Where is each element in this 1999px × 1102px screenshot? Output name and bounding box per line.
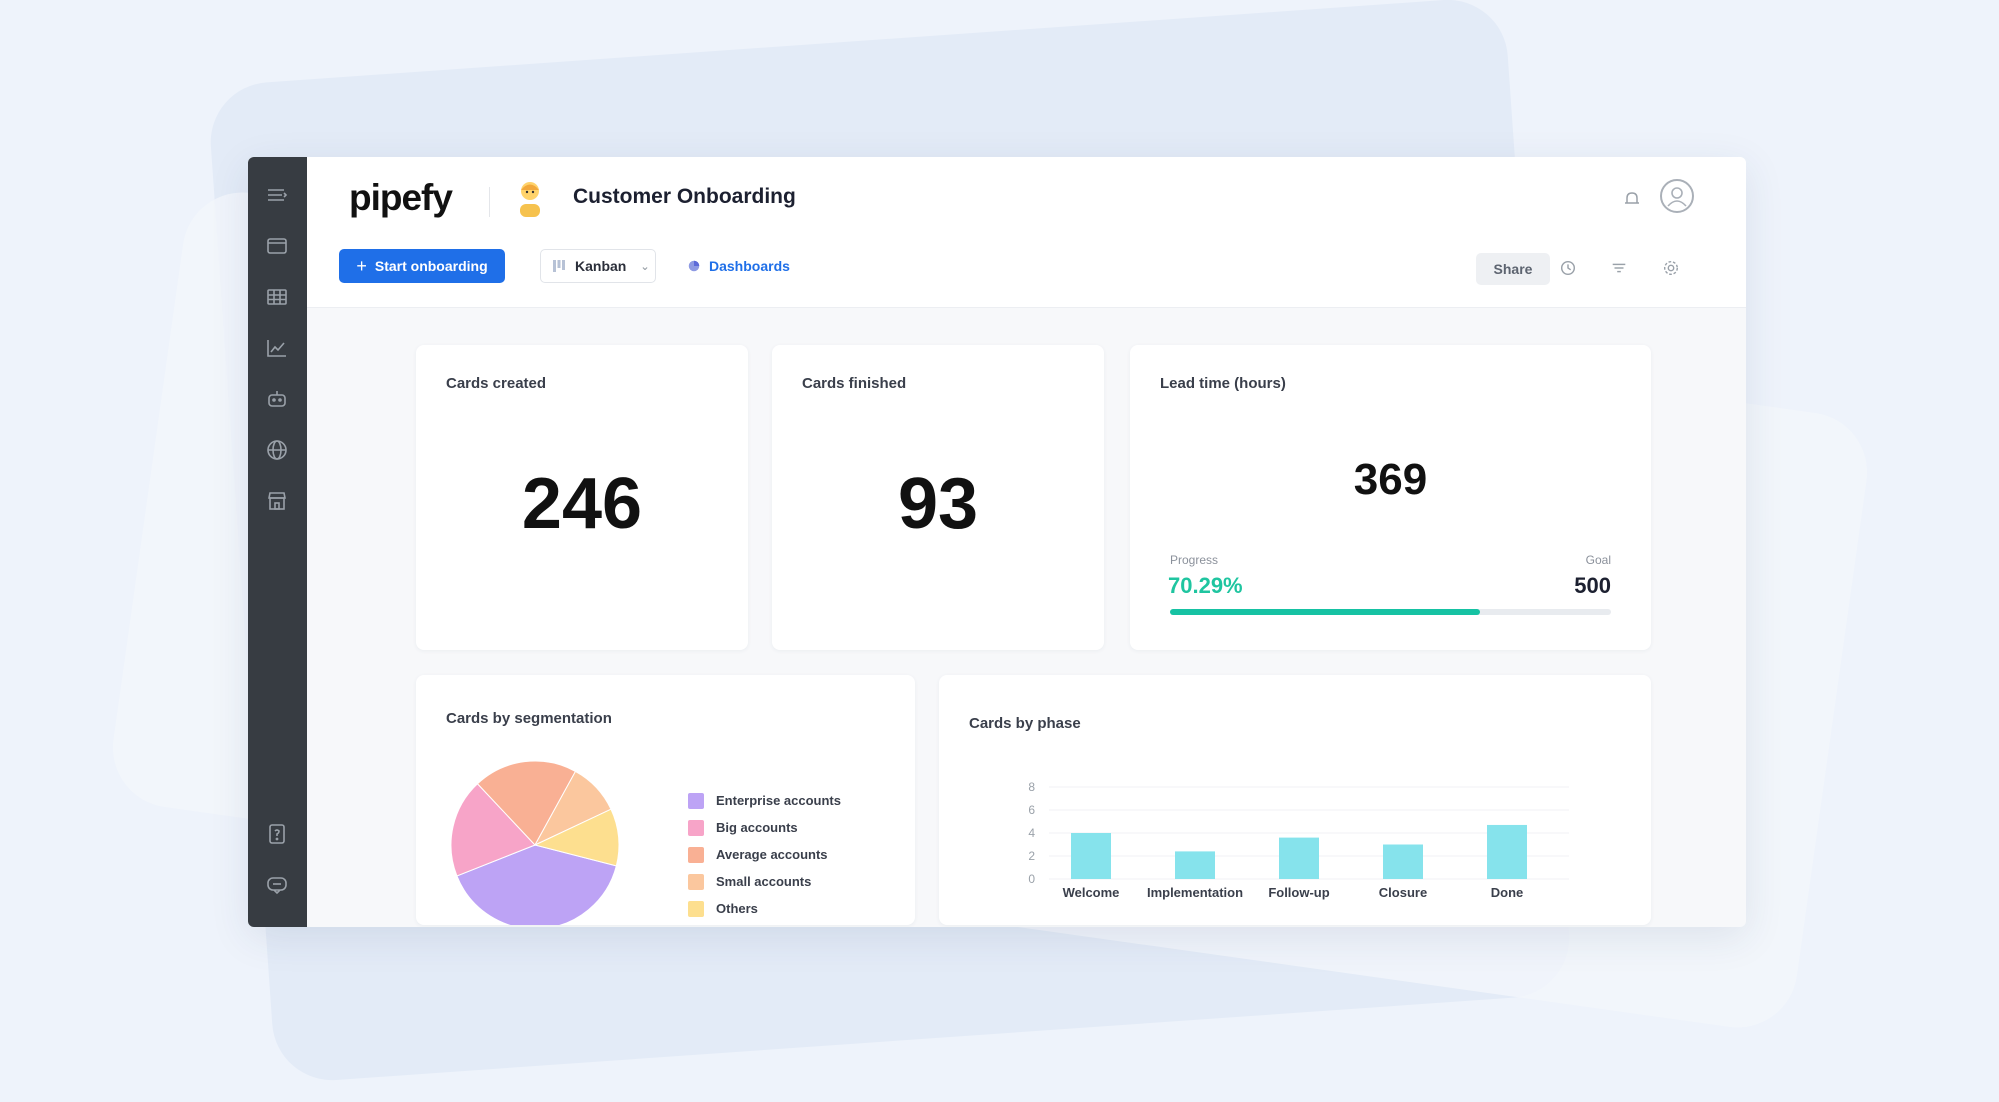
legend-label: Average accounts <box>716 847 828 862</box>
pipe-avatar-icon <box>512 177 548 219</box>
kanban-icon <box>553 260 565 272</box>
legend-swatch <box>688 846 704 863</box>
bar[interactable] <box>1071 833 1111 879</box>
menu-icon[interactable] <box>263 181 291 209</box>
x-tick-label: Welcome <box>1063 885 1120 900</box>
kpi-value: 369 <box>1353 455 1428 504</box>
pipefy-logo[interactable]: pipefy <box>349 177 453 219</box>
sidebar <box>248 157 307 927</box>
y-tick-label: 0 <box>1028 872 1035 886</box>
pipe-title: Customer Onboarding <box>573 185 796 208</box>
store-icon[interactable] <box>263 487 291 515</box>
dashboard-icon <box>688 260 700 272</box>
y-tick-label: 6 <box>1028 803 1035 817</box>
table-icon[interactable] <box>263 283 291 311</box>
progress-bar-fill <box>1170 609 1480 615</box>
robot-icon[interactable] <box>263 385 291 413</box>
legend-swatch <box>688 792 704 809</box>
tab-dashboards[interactable]: Dashboards <box>687 249 790 283</box>
legend-item[interactable]: Average accounts <box>688 841 841 868</box>
chevron-down-icon: ⌄ <box>640 260 650 273</box>
legend-label: Enterprise accounts <box>716 793 841 808</box>
gear-icon[interactable] <box>1662 259 1682 279</box>
x-tick-label: Done <box>1491 885 1524 900</box>
bar-chart: 0 2 4 6 8 Welcome Implementation Follow-up Closu… <box>1028 780 1569 900</box>
legend-item[interactable]: Enterprise accounts <box>688 787 841 814</box>
progress-value: 70.29% <box>1168 573 1243 598</box>
bell-icon[interactable] <box>1622 189 1642 209</box>
tab-dashboards-label: Dashboards <box>709 258 790 274</box>
kpi-value: 246 <box>521 464 643 544</box>
bar[interactable] <box>1383 844 1423 880</box>
x-tick-label: Follow-up <box>1268 885 1329 900</box>
legend-item[interactable]: Others <box>688 895 841 922</box>
y-tick-label: 4 <box>1028 826 1035 840</box>
x-tick-label: Closure <box>1379 885 1427 900</box>
progress-label: Progress <box>1170 553 1219 567</box>
start-onboarding-button[interactable]: + Start onboarding <box>339 249 505 283</box>
chat-icon[interactable] <box>263 871 291 899</box>
y-tick-label: 8 <box>1028 780 1035 794</box>
bar[interactable] <box>1175 851 1215 879</box>
card-title: Lead time (hours) <box>1160 375 1286 392</box>
cards-created-card: Cards created 246 <box>416 345 748 650</box>
legend-label: Small accounts <box>716 874 812 889</box>
globe-icon[interactable] <box>263 436 291 464</box>
plus-icon: + <box>356 256 367 276</box>
bar[interactable] <box>1487 824 1527 879</box>
cards-finished-card: Cards finished 93 <box>772 345 1104 650</box>
goal-value: 500 <box>1574 573 1611 598</box>
help-icon[interactable] <box>263 820 291 848</box>
lead-time-card: Lead time (hours) 369 Progress Goal 70.2… <box>1130 345 1651 650</box>
start-onboarding-label: Start onboarding <box>374 258 488 274</box>
y-tick-label: 2 <box>1028 849 1035 863</box>
view-selector-label: Kanban <box>575 258 627 274</box>
segmentation-chart-card: Cards by segmentation Enterprise account… <box>416 675 915 925</box>
header: pipefy Customer Onboarding + Start onboa… <box>307 157 1746 308</box>
app-window: pipefy Customer Onboarding + Start onboa… <box>248 157 1746 927</box>
card-icon[interactable] <box>263 232 291 260</box>
chart-icon[interactable] <box>263 334 291 362</box>
card-title: Cards finished <box>802 375 907 392</box>
filter-icon[interactable] <box>1610 259 1630 279</box>
legend-swatch <box>688 819 704 836</box>
card-title: Cards created <box>446 375 547 392</box>
legend-label: Big accounts <box>716 820 798 835</box>
legend-label: Others <box>716 901 758 916</box>
view-selector[interactable]: Kanban ⌄ <box>540 249 656 283</box>
pie-legend: Enterprise accounts Big accounts Average a… <box>688 787 841 922</box>
legend-swatch <box>688 900 704 917</box>
kpi-value: 93 <box>897 464 979 544</box>
legend-item[interactable]: Small accounts <box>688 868 841 895</box>
user-avatar[interactable] <box>1660 179 1694 213</box>
x-tick-label: Implementation <box>1147 885 1243 900</box>
phase-chart-card: Cards by phase 0 2 4 6 8 Welcome Implementatio… <box>939 675 1651 925</box>
history-icon[interactable] <box>1559 259 1579 279</box>
share-button[interactable]: Share <box>1476 253 1550 285</box>
legend-item[interactable]: Big accounts <box>688 814 841 841</box>
progress-bar <box>1170 609 1611 615</box>
bar[interactable] <box>1279 837 1319 879</box>
legend-swatch <box>688 873 704 890</box>
divider <box>489 187 490 217</box>
goal-label: Goal <box>1585 553 1611 567</box>
